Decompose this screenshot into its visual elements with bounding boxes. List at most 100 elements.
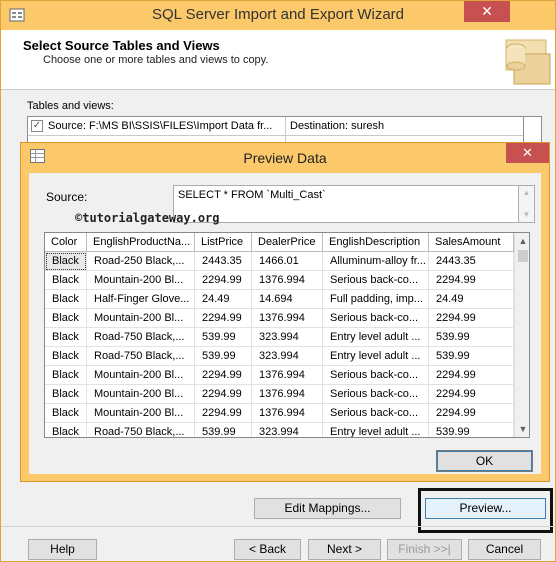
column-header[interactable]: EnglishDescription bbox=[323, 233, 429, 252]
table-row[interactable]: Black Half-Finger Glove... 24.49 14.694 Full… bbox=[45, 290, 515, 309]
table-row[interactable]: Black Road-750 Black,... 539.99 323.994 Entr… bbox=[45, 328, 515, 347]
table-cell[interactable]: Black bbox=[45, 366, 87, 385]
select-all-checkbox[interactable]: ✓ bbox=[31, 120, 43, 132]
table-cell[interactable]: Serious back-co... bbox=[323, 404, 429, 423]
scroll-down-icon[interactable]: ▼ bbox=[515, 421, 529, 437]
table-cell[interactable]: Half-Finger Glove... bbox=[87, 290, 195, 309]
table-cell[interactable]: Road-250 Black,... bbox=[87, 252, 195, 271]
table-cell[interactable]: Entry level adult ... bbox=[323, 347, 429, 366]
table-cell[interactable]: 539.99 bbox=[195, 328, 252, 347]
table-cell[interactable]: 539.99 bbox=[429, 328, 514, 347]
table-row[interactable]: Black Mountain-200 Bl... 2294.99 1376.994 Se… bbox=[45, 309, 515, 328]
table-cell[interactable]: Road-750 Black,... bbox=[87, 347, 195, 366]
scroll-thumb[interactable] bbox=[518, 250, 528, 262]
table-cell[interactable]: Black bbox=[45, 290, 87, 309]
table-cell[interactable]: Black bbox=[45, 252, 87, 271]
table-cell[interactable]: Mountain-200 Bl... bbox=[87, 271, 195, 290]
column-header[interactable]: EnglishProductNa... bbox=[87, 233, 195, 252]
table-cell[interactable]: 2294.99 bbox=[195, 366, 252, 385]
scroll-down-icon[interactable]: ▼ bbox=[519, 210, 534, 219]
dialog-close-button[interactable]: ✕ bbox=[506, 143, 549, 163]
table-row[interactable]: Black Road-750 Black,... 539.99 323.994 Entr… bbox=[45, 423, 515, 437]
wizard-close-button[interactable]: ✕ bbox=[464, 1, 510, 22]
table-cell[interactable]: Black bbox=[45, 271, 87, 290]
table-row[interactable]: Black Mountain-200 Bl... 2294.99 1376.994 Se… bbox=[45, 404, 515, 423]
table-cell[interactable]: 1376.994 bbox=[252, 271, 323, 290]
table-cell[interactable]: Mountain-200 Bl... bbox=[87, 404, 195, 423]
destination-column-header[interactable]: Destination: suresh bbox=[290, 120, 384, 132]
table-cell[interactable]: Entry level adult ... bbox=[323, 328, 429, 347]
table-cell[interactable]: Black bbox=[45, 404, 87, 423]
table-cell[interactable]: 2294.99 bbox=[195, 271, 252, 290]
table-cell[interactable]: 1376.994 bbox=[252, 309, 323, 328]
table-cell[interactable]: Mountain-200 Bl... bbox=[87, 309, 195, 328]
table-row[interactable]: Black Road-750 Black,... 539.99 323.994 Entr… bbox=[45, 347, 515, 366]
table-cell[interactable]: Black bbox=[45, 423, 87, 437]
column-header[interactable]: Color bbox=[45, 233, 87, 252]
table-cell[interactable]: Serious back-co... bbox=[323, 271, 429, 290]
table-cell[interactable]: Black bbox=[45, 328, 87, 347]
table-cell[interactable]: 2294.99 bbox=[195, 404, 252, 423]
table-cell[interactable]: 323.994 bbox=[252, 423, 323, 437]
source-column-header[interactable]: Source: F:\MS BI\SSIS\FILES\Import Data … bbox=[48, 120, 272, 132]
table-cell[interactable]: 1376.994 bbox=[252, 366, 323, 385]
table-cell[interactable]: 2294.99 bbox=[429, 271, 514, 290]
preview-data-grid[interactable]: Color EnglishProductNa... ListPrice Deal… bbox=[44, 232, 530, 438]
table-cell[interactable]: 2294.99 bbox=[429, 404, 514, 423]
table-cell[interactable]: Serious back-co... bbox=[323, 385, 429, 404]
table-cell[interactable]: Full padding, imp... bbox=[323, 290, 429, 309]
source-query-scrollbar[interactable]: ▲ ▼ bbox=[519, 185, 535, 223]
wizard-titlebar: SQL Server Import and Export Wizard ✕ bbox=[1, 1, 555, 30]
table-cell[interactable]: 2294.99 bbox=[429, 309, 514, 328]
table-row[interactable]: Black Mountain-200 Bl... 2294.99 1376.994 Se… bbox=[45, 385, 515, 404]
table-cell[interactable]: 14.694 bbox=[252, 290, 323, 309]
table-cell[interactable]: 2294.99 bbox=[195, 385, 252, 404]
table-cell[interactable]: Road-750 Black,... bbox=[87, 328, 195, 347]
table-cell[interactable]: 539.99 bbox=[429, 347, 514, 366]
next-button[interactable]: Next > bbox=[308, 539, 381, 560]
preview-data-dialog: Preview Data ✕ Source: SELECT * FROM `Mu… bbox=[20, 142, 550, 482]
table-row[interactable]: Black Mountain-200 Bl... 2294.99 1376.994 Se… bbox=[45, 366, 515, 385]
table-cell[interactable]: 2294.99 bbox=[195, 309, 252, 328]
ok-button[interactable]: OK bbox=[436, 450, 533, 472]
table-cell[interactable]: 24.49 bbox=[195, 290, 252, 309]
table-row[interactable]: Black Mountain-200 Bl... 2294.99 1376.994 Se… bbox=[45, 271, 515, 290]
table-cell[interactable]: 539.99 bbox=[195, 347, 252, 366]
help-button[interactable]: Help bbox=[28, 539, 97, 560]
table-row[interactable]: Black Road-250 Black,... 2443.35 1466.01 All… bbox=[45, 252, 515, 271]
table-cell[interactable]: 1376.994 bbox=[252, 404, 323, 423]
table-cell[interactable]: Black bbox=[45, 309, 87, 328]
table-cell[interactable]: Alluminum-alloy fr... bbox=[323, 252, 429, 271]
table-cell[interactable]: Black bbox=[45, 347, 87, 366]
table-cell[interactable]: Entry level adult ... bbox=[323, 423, 429, 437]
table-cell[interactable]: 2443.35 bbox=[195, 252, 252, 271]
source-query-box[interactable]: SELECT * FROM `Multi_Cast` bbox=[173, 185, 519, 223]
table-cell[interactable]: 2294.99 bbox=[429, 366, 514, 385]
watermark-text: ©tutorialgateway.org bbox=[75, 211, 220, 225]
table-cell[interactable]: 323.994 bbox=[252, 347, 323, 366]
finish-button[interactable]: Finish >>| bbox=[387, 539, 462, 560]
column-header[interactable]: ListPrice bbox=[195, 233, 252, 252]
back-button[interactable]: < Back bbox=[234, 539, 301, 560]
table-cell[interactable]: Road-750 Black,... bbox=[87, 423, 195, 437]
column-header[interactable]: DealerPrice bbox=[252, 233, 323, 252]
table-cell[interactable]: 539.99 bbox=[429, 423, 514, 437]
cancel-button[interactable]: Cancel bbox=[468, 539, 541, 560]
table-cell[interactable]: Black bbox=[45, 385, 87, 404]
table-cell[interactable]: 323.994 bbox=[252, 328, 323, 347]
grid-vertical-scrollbar[interactable]: ▲ ▼ bbox=[514, 233, 529, 437]
table-cell[interactable]: Mountain-200 Bl... bbox=[87, 385, 195, 404]
table-cell[interactable]: 24.49 bbox=[429, 290, 514, 309]
column-header[interactable]: SalesAmount bbox=[429, 233, 514, 252]
table-cell[interactable]: Mountain-200 Bl... bbox=[87, 366, 195, 385]
table-cell[interactable]: Serious back-co... bbox=[323, 366, 429, 385]
table-cell[interactable]: 2443.35 bbox=[429, 252, 514, 271]
edit-mappings-button[interactable]: Edit Mappings... bbox=[254, 498, 401, 519]
scroll-up-icon[interactable]: ▲ bbox=[519, 188, 534, 197]
scroll-up-icon[interactable]: ▲ bbox=[515, 233, 529, 249]
table-cell[interactable]: 2294.99 bbox=[429, 385, 514, 404]
table-cell[interactable]: 539.99 bbox=[195, 423, 252, 437]
table-cell[interactable]: 1376.994 bbox=[252, 385, 323, 404]
table-cell[interactable]: Serious back-co... bbox=[323, 309, 429, 328]
table-cell[interactable]: 1466.01 bbox=[252, 252, 323, 271]
